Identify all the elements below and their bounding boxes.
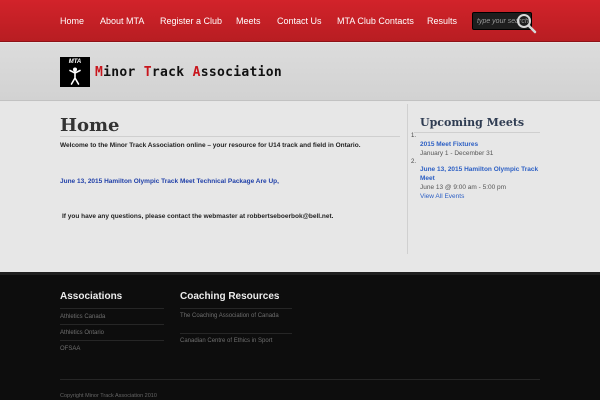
footer-divider <box>180 308 292 309</box>
site-header: MTA Minor Track Association <box>0 43 600 101</box>
runner-icon <box>69 67 81 85</box>
event-link-meet-fixtures[interactable]: 2015 Meet Fixtures <box>420 141 540 150</box>
contact-text: If you have any questions, please contac… <box>62 213 334 220</box>
logo-wordmark[interactable]: Minor Track Association <box>95 65 282 80</box>
technical-package-link[interactable]: June 13, 2015 Hamilton Olympic Track Mee… <box>60 178 279 185</box>
nav-mta-club-contacts[interactable]: MTA Club Contacts <box>337 16 414 26</box>
link-ethics-in-sport[interactable]: Canadian Centre of Ethics in Sport <box>180 337 292 346</box>
footer-bottom-divider <box>60 379 540 380</box>
main-content: Home Welcome to the Minor Track Associat… <box>0 102 600 272</box>
event-number-1: 1. <box>411 133 417 139</box>
logo-word-inor: inor <box>103 65 144 80</box>
nav-results[interactable]: Results <box>427 16 457 26</box>
footer-divider <box>180 333 292 334</box>
logo-word-rack: rack <box>151 65 193 80</box>
logo-letter-m: M <box>95 65 104 80</box>
magnifier-icon[interactable] <box>514 11 538 35</box>
logo-letter-t: T <box>143 65 152 80</box>
event-date-1: January 1 - December 31 <box>420 150 494 157</box>
link-athletics-ontario[interactable]: Athletics Ontario <box>60 329 104 338</box>
nav-home[interactable]: Home <box>60 16 84 26</box>
main-navigation: Home About MTA Register a Club Meets Con… <box>0 0 600 42</box>
welcome-text: Welcome to the Minor Track Association o… <box>60 142 361 149</box>
nav-register-a-club[interactable]: Register a Club <box>160 16 222 26</box>
content-divider <box>60 136 400 137</box>
event-date-2: June 13 @ 9:00 am - 5:00 pm <box>420 184 507 191</box>
link-athletics-canada[interactable]: Athletics Canada <box>60 313 105 322</box>
column-divider <box>407 104 408 254</box>
event-link-hamilton-meet[interactable]: June 13, 2015 Hamilton Olympic Track Mee… <box>420 166 540 183</box>
link-ofsaa[interactable]: OFSAA <box>60 345 80 354</box>
nav-meets[interactable]: Meets <box>236 16 261 26</box>
footer-divider <box>60 340 164 341</box>
page-title: Home <box>60 115 120 136</box>
view-all-events-link[interactable]: View All Events <box>420 193 464 200</box>
logo-letter-a: A <box>192 65 201 80</box>
logo-word-ssociation: ssociation <box>200 65 282 80</box>
nav-about-mta[interactable]: About MTA <box>100 16 144 26</box>
footer-associations-title: Associations <box>60 291 123 302</box>
site-footer: Associations Athletics Canada Athletics … <box>0 272 600 400</box>
footer-coaching-title: Coaching Resources <box>180 291 280 302</box>
sidebar-divider <box>414 132 540 133</box>
footer-divider <box>60 324 164 325</box>
copyright-text: Copyright Minor Track Association 2010 <box>60 393 157 399</box>
footer-divider <box>60 308 164 309</box>
logo-badge[interactable]: MTA <box>60 57 90 87</box>
nav-contact-us[interactable]: Contact Us <box>277 16 322 26</box>
link-coaching-association[interactable]: The Coaching Association of Canada <box>180 312 280 321</box>
event-number-2: 2. <box>411 159 417 165</box>
upcoming-meets-title: Upcoming Meets <box>420 116 525 129</box>
